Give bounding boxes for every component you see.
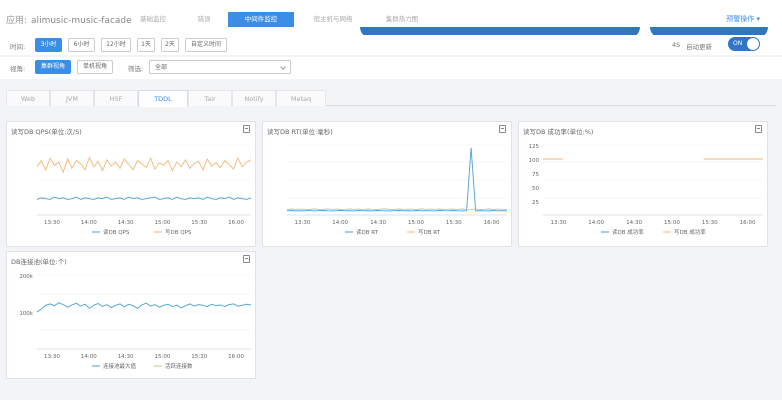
x-tick-label: 14:00	[332, 220, 348, 226]
auto-update-label: 自动更新	[686, 43, 712, 51]
y-tick-label: 100	[529, 158, 540, 164]
y-tick-label: 100k	[19, 311, 33, 317]
export-icon[interactable]	[243, 255, 250, 263]
toggle-knob	[747, 38, 759, 50]
y-tick-label: 25	[532, 200, 539, 206]
series-line	[36, 302, 252, 313]
time-3h-button[interactable]: 3小时	[35, 38, 62, 52]
chart-panel-connection-pool: DB连接池(单位:个) 13:30 14:00 14:30 15:00 15:30 16:…	[6, 251, 256, 379]
x-tick-label: 14:30	[118, 354, 134, 360]
series-line	[36, 156, 252, 174]
view-label: 视角:	[10, 65, 26, 73]
legend-label: 读DB RT	[356, 228, 379, 236]
subtab-notify[interactable]: Notify	[232, 90, 276, 106]
app-label: 应用:	[6, 16, 28, 26]
x-tick-label: 15:00	[664, 220, 680, 226]
x-tick-label: 13:30	[44, 354, 60, 360]
subtab-jvm[interactable]: JVM	[50, 90, 94, 106]
app-name[interactable]: alimusic-music-facade	[31, 16, 132, 26]
y-tick-label: 125	[529, 144, 540, 150]
x-tick-label: 16:00	[228, 354, 244, 360]
chart-panel-qps: 读写DB QPS(单位:次/S) 13:30 14:00 14:30 15:00 15:…	[6, 121, 256, 247]
legend-label: 写DB 成功率	[674, 228, 706, 236]
custom-time-button[interactable]: 自定义时间	[185, 38, 227, 52]
toggle-on-text: ON	[733, 40, 743, 47]
chart-qps: 13:30 14:00 14:30 15:00 15:30 16:00 读DB QPS 写DB…	[36, 144, 252, 236]
x-tick-label: 13:30	[44, 220, 60, 226]
chart-success-rate: 13:30 14:00 14:30 15:00 15:30 16:00 125 100 75 50…	[529, 144, 763, 236]
filter-label: 筛选:	[128, 65, 144, 73]
app-selector[interactable]: 应用: alimusic-music-facade	[6, 13, 132, 26]
time-1d-button[interactable]: 1天	[137, 38, 155, 52]
auto-update-toggle[interactable]: ON	[728, 37, 760, 51]
time-label: 时间:	[10, 43, 26, 51]
subtab-tddl[interactable]: TDDL	[138, 90, 188, 107]
auto-interval: 4S	[672, 41, 681, 49]
chart-panel-rt: 读写DB RT(单位:毫秒) 13:30 14:00 14:30 15:00 15:30…	[262, 121, 512, 247]
filter-value: 全部	[155, 64, 168, 71]
x-tick-label: 15:30	[446, 220, 462, 226]
time-12h-button[interactable]: 12小时	[101, 38, 131, 52]
export-icon[interactable]	[243, 125, 250, 133]
export-icon[interactable]	[755, 125, 762, 133]
chart-rt: 13:30 14:00 14:30 15:00 15:30 16:00 读DB RT 写DB …	[286, 144, 508, 236]
x-tick-label: 14:30	[370, 220, 386, 226]
x-tick-label: 15:30	[191, 220, 207, 226]
subtab-hsf[interactable]: HSF	[94, 90, 138, 106]
y-tick-label: 50	[532, 186, 539, 192]
x-tick-label: 14:30	[626, 220, 642, 226]
x-tick-label: 15:00	[154, 220, 170, 226]
tab-host-network[interactable]: 宿主机与网络	[298, 12, 368, 27]
subtab-metaq[interactable]: Metaq	[276, 90, 326, 106]
view-row: 视角: 集群视角 单机视角 筛选: 全部	[0, 57, 782, 79]
y-tick-label: 75	[532, 172, 539, 178]
chart-connection-pool: 13:30 14:00 14:30 15:00 15:30 16:00 200k 100k 连接…	[19, 274, 252, 370]
alert-actions-link[interactable]: 预警操作 ▾	[726, 14, 760, 24]
x-tick-label: 13:30	[294, 220, 310, 226]
x-tick-label: 13:30	[550, 220, 566, 226]
x-tick-label: 16:00	[484, 220, 500, 226]
subtab-web[interactable]: Web	[6, 90, 50, 106]
chart-panel-success-rate: 读写DB 成功率(单位:%) 13:30 14:00 14:30 15:00 15:30…	[518, 121, 768, 247]
legend-label: 读DB QPS	[103, 228, 130, 236]
x-tick-label: 15:00	[154, 354, 170, 360]
legend-label: 写DB QPS	[165, 229, 192, 236]
y-tick-label: 200k	[19, 274, 33, 280]
filter-select[interactable]: 全部	[149, 60, 291, 74]
legend-label: 连接池最大值	[103, 362, 137, 370]
x-tick-label: 15:30	[702, 220, 718, 226]
legend-label: 活跃连接数	[165, 362, 193, 370]
time-6h-button[interactable]: 6小时	[68, 38, 95, 52]
single-host-view-button[interactable]: 单机视角	[77, 60, 113, 74]
legend-label: 读DB 成功率	[612, 228, 644, 236]
tab-cluster-heatmap[interactable]: 集群热力图	[372, 12, 432, 27]
series-line	[286, 147, 508, 212]
x-tick-label: 14:00	[81, 354, 97, 360]
time-2d-button[interactable]: 2天	[161, 38, 179, 52]
export-icon[interactable]	[499, 125, 506, 133]
series-line	[286, 208, 508, 210]
x-tick-label: 15:30	[191, 354, 207, 360]
time-range-row: 时间: 3小时 6小时 12小时 1天 2天 自定义时间 4S 自动更新	[0, 35, 782, 55]
x-tick-label: 15:00	[408, 220, 424, 226]
x-tick-label: 14:00	[588, 220, 604, 226]
x-tick-label: 14:00	[81, 220, 97, 226]
chevron-down-icon	[280, 64, 286, 70]
subtab-tair[interactable]: Tair	[188, 90, 232, 106]
tab-basic-monitor[interactable]: 基础监控	[128, 12, 178, 27]
x-tick-label: 14:30	[118, 220, 134, 226]
cluster-view-button[interactable]: 集群视角	[35, 60, 71, 74]
legend-label: 写DB RT	[418, 229, 441, 236]
x-tick-label: 16:00	[228, 220, 244, 226]
tab-middleware-monitor[interactable]: 中间件监控	[228, 12, 294, 27]
middleware-subtabs: Web JVM HSF TDDL Tair Notify Metaq	[6, 90, 776, 107]
tab-errors[interactable]: 错误	[184, 12, 224, 27]
x-tick-label: 16:00	[740, 220, 756, 226]
